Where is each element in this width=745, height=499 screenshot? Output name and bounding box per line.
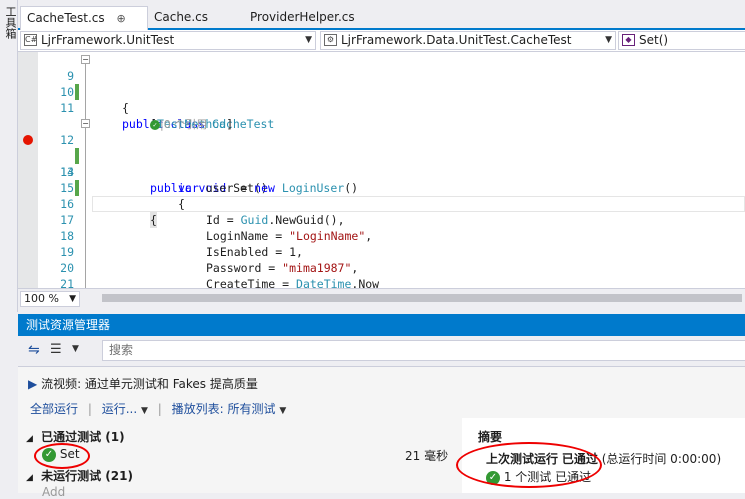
chevron-down-icon: ▼ <box>69 294 76 304</box>
test-name: Add <box>42 485 66 499</box>
play-icon: ▶ <box>28 377 38 391</box>
navigation-bar: C# LjrFramework.UnitTest ▼ ⚙ LjrFramewor… <box>18 30 745 52</box>
filter-icon[interactable]: ☰ <box>50 342 62 357</box>
tab-label: CacheTest.cs <box>27 11 105 25</box>
code-line: 11 [TestMethod] <box>18 84 745 131</box>
codelens-row: ✓ |0 个引用 <box>18 100 745 131</box>
test-passed-icon: ✓ <box>42 447 56 462</box>
horizontal-scrollbar[interactable] <box>102 294 742 302</box>
code-line: 21 }; <box>18 260 745 288</box>
member-dropdown[interactable]: ◆ Set() <box>618 31 745 50</box>
csharp-project-icon: C# <box>24 34 38 46</box>
pin-icon[interactable]: ⊕ <box>116 12 125 25</box>
code-line: 12 − public void Set() <box>18 116 745 195</box>
code-line: 16 Id = Guid.NewGuid(), <box>18 180 745 227</box>
project-dropdown[interactable]: C# LjrFramework.UnitTest ▼ <box>20 31 316 50</box>
test-explorer-toolbar: ⇋ ☰ ▼ 搜索 <box>18 336 745 366</box>
total-run-time: (总运行时间 0:00:00) <box>601 452 722 466</box>
summary-pane: 摘要 上次测试运行 已通过 (总运行时间 0:00:00) ✓ 1 个测试 已通… <box>456 418 745 493</box>
editor-bottom-bar: 100 % ▼ <box>18 288 745 308</box>
chevron-down-icon[interactable]: ▼ <box>72 344 79 354</box>
notrun-tests-group[interactable]: ◢ 未运行测试 (21) <box>26 467 133 484</box>
zoom-dropdown[interactable]: 100 % ▼ <box>20 291 80 307</box>
playlist-link[interactable]: 播放列表: 所有测试 <box>172 402 276 416</box>
code-line: 18 IsEnabled = 1, <box>18 212 745 259</box>
zoom-value: 100 % <box>24 292 59 305</box>
group-by-icon[interactable]: ⇋ <box>28 342 40 358</box>
tab-cache[interactable]: Cache.cs <box>148 6 238 28</box>
breakpoint-icon[interactable] <box>23 135 33 145</box>
annotation-circle <box>456 442 602 488</box>
expand-icon[interactable]: ◢ <box>26 434 33 444</box>
toolbox-tab[interactable]: 工具箱 <box>2 6 17 39</box>
test-name: Set <box>59 447 80 461</box>
chevron-down-icon[interactable]: ▼ <box>279 406 286 416</box>
video-link[interactable]: ▶ 流视频: 通过单元测试和 Fakes 提高质量 <box>28 375 258 392</box>
method-icon: ◆ <box>622 34 635 46</box>
tab-label: ProviderHelper.cs <box>250 10 355 24</box>
run-link[interactable]: 运行... <box>102 402 137 416</box>
code-line: 20 CreateTime = DateTime.Now <box>18 244 745 288</box>
document-tab-bar: CacheTest.cs ⊕ × Cache.cs ProviderHelper… <box>18 0 745 48</box>
chevron-down-icon: ▼ <box>305 35 312 45</box>
project-dropdown-value: LjrFramework.UnitTest <box>41 33 175 47</box>
tab-cachetest[interactable]: CacheTest.cs ⊕ × <box>20 6 148 48</box>
test-item-add[interactable]: Add <box>42 485 65 499</box>
tab-label: Cache.cs <box>154 10 208 24</box>
code-line: 15 { <box>18 164 745 211</box>
collapse-icon[interactable]: − <box>81 55 90 64</box>
tab-providerhelper[interactable]: ProviderHelper.cs <box>244 6 374 28</box>
notrun-group-label: 未运行测试 (21) <box>41 469 133 483</box>
test-item-set[interactable]: ✓ Set <box>42 447 80 462</box>
search-input[interactable]: 搜索 <box>102 340 745 361</box>
video-link-text[interactable]: 流视频: 通过单元测试和 Fakes 提高质量 <box>41 377 258 391</box>
class-dropdown-value: LjrFramework.Data.UnitTest.CacheTest <box>341 33 572 47</box>
code-line: 10 { <box>18 68 745 115</box>
test-explorer-title: 测试资源管理器 <box>18 314 745 336</box>
class-icon: ⚙ <box>324 34 337 46</box>
code-line: 14 var user = new LoginUser() <box>18 148 745 195</box>
passed-tests-group[interactable]: ◢ 已通过测试 (1) <box>26 428 125 445</box>
code-editor[interactable]: 9 − public class CacheTest 10 { 11 [Test… <box>18 52 745 288</box>
run-all-link[interactable]: 全部运行 <box>30 402 78 416</box>
member-dropdown-value: Set() <box>639 33 669 47</box>
test-duration: 21 毫秒 <box>405 449 449 463</box>
chevron-down-icon: ▼ <box>605 35 612 45</box>
expand-icon[interactable]: ◢ <box>26 473 33 483</box>
code-line: 19 Password = "mima1987", <box>18 228 745 275</box>
summary-title: 摘要 <box>478 430 503 444</box>
run-toolbar: 全部运行 | 运行... ▼ | 播放列表: 所有测试 ▼ <box>30 402 287 416</box>
chevron-down-icon[interactable]: ▼ <box>141 406 148 416</box>
class-dropdown[interactable]: ⚙ LjrFramework.Data.UnitTest.CacheTest ▼ <box>320 31 616 50</box>
code-line-current: 13 { <box>18 132 745 228</box>
code-line: 9 − public class CacheTest <box>18 52 745 131</box>
collapse-icon[interactable]: − <box>81 119 90 128</box>
passed-group-label: 已通过测试 (1) <box>41 430 125 444</box>
toolbox-strip: 工具箱 <box>0 0 18 312</box>
code-line: 17 LoginName = "LoginName", <box>18 196 745 243</box>
code-line: 22 <box>18 276 745 288</box>
